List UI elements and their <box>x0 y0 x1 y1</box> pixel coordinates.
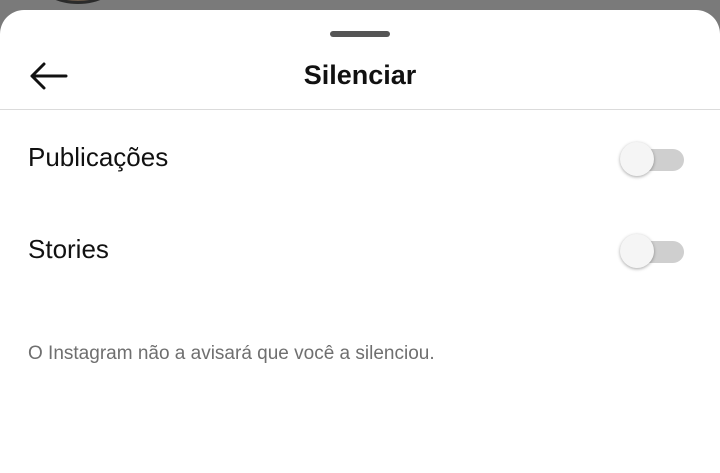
sheet-header: Silenciar <box>0 46 720 110</box>
drag-handle[interactable] <box>330 31 390 37</box>
publicacoes-toggle[interactable] <box>620 142 686 176</box>
option-row-publicacoes[interactable]: Publicações <box>0 128 720 188</box>
stories-toggle[interactable] <box>620 234 686 268</box>
option-label: Publicações <box>28 142 169 172</box>
page-title: Silenciar <box>303 60 417 90</box>
avatar <box>40 0 116 4</box>
info-note: O Instagram não a avisará que você a sil… <box>28 343 435 364</box>
option-row-stories[interactable]: Stories <box>0 220 720 280</box>
toggle-knob <box>620 142 654 176</box>
toggle-knob <box>620 234 654 268</box>
bottom-sheet: Silenciar Publicações Stories O Instagra… <box>0 10 720 473</box>
option-label: Stories <box>28 234 109 264</box>
